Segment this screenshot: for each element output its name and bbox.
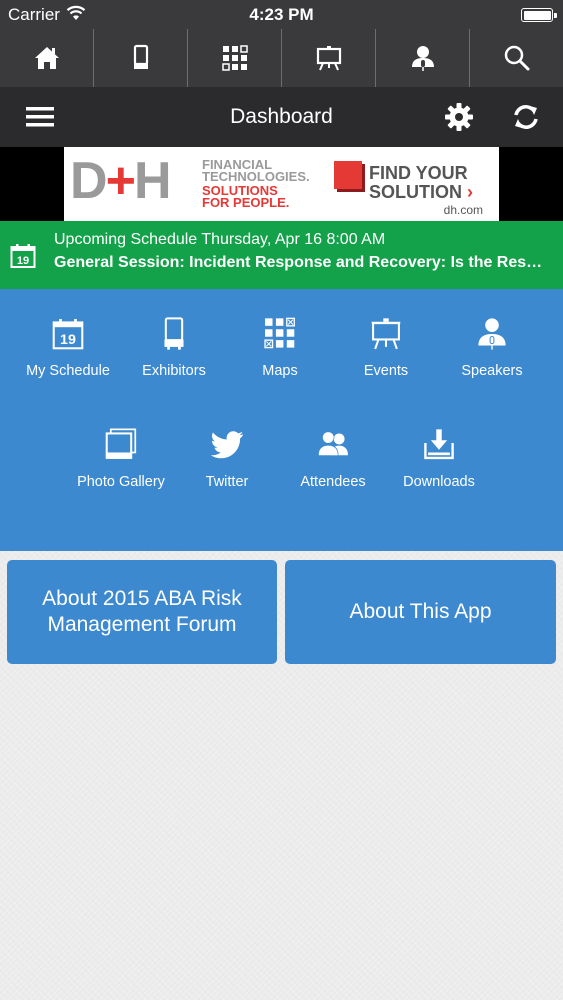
events-icon [371,318,401,350]
ad-tagline-solutions: SOLUTIONS FOR PEOPLE. [202,183,290,210]
downloads-icon [424,429,454,460]
nav-speakers-button[interactable] [376,29,470,87]
svg-text:19: 19 [17,255,29,267]
tile-label: Twitter [205,474,249,490]
about-forum-label: About 2015 ABA Risk Management Forum [42,587,242,636]
speakers-icon [411,46,434,71]
search-icon [504,45,529,71]
top-nav-bar [0,29,563,87]
status-bar: Carrier 4:23 PM [0,0,563,29]
dashboard-grid: 19 My Schedule Exhibitors Maps Events Sp… [0,289,563,551]
nav-events-button[interactable] [282,29,376,87]
upcoming-schedule-label: Upcoming Schedule Thursday, Apr 16 8:00 … [54,231,386,248]
ad-strip: D+H FINANCIAL TECHNOLOGIES. SOLUTIONS FO… [0,147,563,221]
speakers-icon [478,318,506,350]
gear-icon [445,103,473,131]
twitter-icon [210,431,244,459]
events-icon [316,46,341,71]
tile-downloads[interactable]: Downloads [384,400,494,490]
tile-label: Maps [262,363,298,379]
maps-icon [264,317,295,349]
tile-photo-gallery[interactable]: Photo Gallery [66,400,176,490]
exhibitors-icon [164,317,184,350]
tile-label: Downloads [403,474,475,490]
tile-label: Photo Gallery [77,474,165,490]
clock: 4:23 PM [249,5,314,24]
title-bar: Dashboard [0,87,563,147]
tile-exhibitors[interactable]: Exhibitors [119,289,229,379]
tile-speakers[interactable]: Speakers [437,289,547,379]
calendar-icon: 19 [52,319,84,350]
maps-icon [221,45,248,71]
tile-twitter[interactable]: Twitter [172,400,282,490]
tile-maps[interactable]: Maps [225,289,335,379]
refresh-icon [514,105,538,129]
svg-text:19: 19 [60,332,76,348]
attendees-icon [318,431,348,456]
tile-label: Speakers [461,363,523,379]
home-icon [34,47,59,69]
about-forum-button[interactable]: About 2015 ABA Risk Management Forum [7,560,277,664]
tile-label: Attendees [300,474,366,490]
tile-events[interactable]: Events [331,289,441,379]
ad-call-to-action: FIND YOUR SOLUTION › [369,163,474,202]
tile-attendees[interactable]: Attendees [278,400,388,490]
nav-home-button[interactable] [0,29,94,87]
tile-label: Events [363,363,409,379]
tile-my-schedule[interactable]: 19 My Schedule [13,289,123,379]
settings-button[interactable] [444,102,474,132]
tile-label: My Schedule [26,363,110,379]
battery-icon [521,8,557,22]
ad-tagline-technologies: FINANCIAL TECHNOLOGIES. [202,157,310,184]
upcoming-schedule-banner[interactable]: 19 Upcoming Schedule Thursday, Apr 16 8:… [0,221,563,289]
ad-banner[interactable]: D+H FINANCIAL TECHNOLOGIES. SOLUTIONS FO… [64,147,499,221]
nav-search-button[interactable] [470,29,563,87]
page-title: Dashboard [230,105,333,128]
photo-gallery-icon [105,428,137,459]
calendar-icon: 19 [10,244,36,268]
dh-logo: D+H [70,152,171,210]
nav-maps-button[interactable] [188,29,282,87]
ad-red-square [334,161,362,189]
upcoming-session-title: General Session: Incident Response and R… [54,254,550,271]
ad-url: dh.com [443,203,483,217]
refresh-button[interactable] [511,102,541,132]
about-app-button[interactable]: About This App [285,560,556,664]
nav-exhibitors-button[interactable] [94,29,188,87]
about-app-label: About This App [349,600,492,623]
exhibitors-icon [133,44,148,69]
tile-label: Exhibitors [142,363,206,379]
